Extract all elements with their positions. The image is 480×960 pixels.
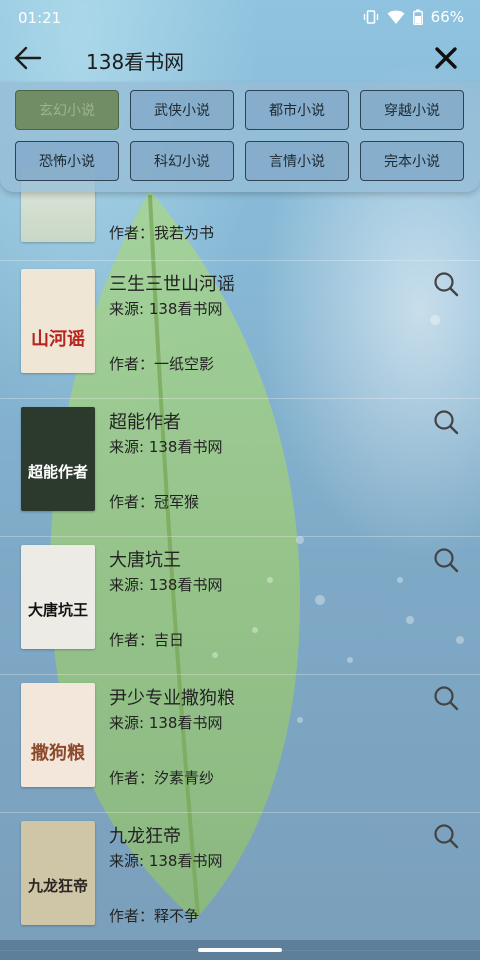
battery-icon [412, 9, 423, 25]
status-bar: 01:21 66% [0, 0, 480, 34]
app-header: 138看书网 [0, 34, 480, 82]
arrow-left-icon[interactable] [12, 42, 44, 74]
book-cover-title: 九龙狂帝 [27, 877, 88, 895]
vibrate-icon [363, 10, 378, 24]
search-icon[interactable] [432, 684, 460, 712]
close-icon[interactable] [432, 44, 460, 72]
search-icon[interactable] [432, 408, 460, 436]
search-icon[interactable] [432, 822, 460, 850]
book-source: 来源: 138看书网 [109, 714, 223, 732]
book-cover-image: 山河谣 [21, 269, 95, 373]
book-title: 尹少专业撒狗粮 [109, 688, 235, 709]
book-cover-image: 超能作者 [21, 407, 95, 511]
category-button[interactable]: 都市小说 [245, 90, 349, 130]
category-button[interactable]: 完本小说 [360, 141, 464, 181]
book-cover-title: 超能作者 [27, 463, 88, 481]
category-panel: 玄幻小说 武侠小说 都市小说 穿越小说恐怖小说 科幻小说 言情小说 完本小说 [0, 82, 480, 192]
book-author: 作者：汐素青纱 [109, 769, 215, 787]
book-author: 作者：冠军猴 [109, 493, 200, 511]
book-source: 来源: 138看书网 [109, 438, 223, 456]
category-button[interactable]: 武侠小说 [130, 90, 234, 130]
status-time: 01:21 [18, 9, 62, 27]
book-source: 来源: 138看书网 [109, 852, 223, 870]
category-button[interactable]: 穿越小说 [360, 90, 464, 130]
category-grid: 玄幻小说 武侠小说 都市小说 穿越小说恐怖小说 科幻小说 言情小说 完本小说 [15, 90, 464, 181]
book-row[interactable]: 大唐坑王 大唐坑王 来源: 138看书网 作者：吉日 [0, 536, 480, 675]
book-cover-title: 撒狗粮 [31, 743, 85, 764]
book-row[interactable]: 九龙狂帝 九龙狂帝 来源: 138看书网 作者：释不争 [0, 812, 480, 951]
app-screen: 01:21 66% 138看书网 玄幻小说 武侠小说都市小说 穿越小说 恐怖小说… [0, 0, 480, 960]
search-icon[interactable] [432, 270, 460, 298]
book-source: 来源: 138看书网 [109, 576, 223, 594]
book-title: 超能作者 [109, 412, 181, 433]
book-cover-title: 山河谣 [31, 329, 85, 350]
home-indicator[interactable] [198, 948, 282, 952]
status-icons: 66% [363, 8, 464, 26]
book-author: 作者：一纸空影 [109, 355, 215, 373]
book-row[interactable]: 撒狗粮 尹少专业撒狗粮 来源: 138看书网 作者：汐素青纱 [0, 674, 480, 813]
category-button[interactable]: 言情小说 [245, 141, 349, 181]
book-author: 作者：我若为书 [109, 224, 215, 242]
book-source: 来源: 138看书网 [109, 300, 223, 318]
book-cover-image: 大唐坑王 [21, 545, 95, 649]
book-title: 三生三世山河谣 [109, 274, 235, 295]
book-row[interactable]: 山河谣 三生三世山河谣 来源: 138看书网 作者：一纸空影 [0, 260, 480, 399]
category-button[interactable]: 恐怖小说 [15, 141, 119, 181]
book-title: 九龙狂帝 [109, 826, 181, 847]
wifi-icon [387, 10, 405, 24]
battery-percent: 66% [430, 8, 464, 26]
book-cover-title: 大唐坑王 [27, 601, 88, 619]
category-button[interactable]: 玄幻小说 [15, 90, 119, 130]
page-title: 138看书网 [86, 50, 185, 74]
book-title: 大唐坑王 [109, 550, 181, 571]
search-icon[interactable] [432, 546, 460, 574]
book-author: 作者：释不争 [109, 907, 200, 925]
book-row[interactable]: 超能作者 超能作者 来源: 138看书网 作者：冠军猴 [0, 398, 480, 537]
category-button[interactable]: 科幻小说 [130, 141, 234, 181]
book-author: 作者：吉日 [109, 631, 185, 649]
book-cover-image: 撒狗粮 [21, 683, 95, 787]
book-cover-image: 九龙狂帝 [21, 821, 95, 925]
